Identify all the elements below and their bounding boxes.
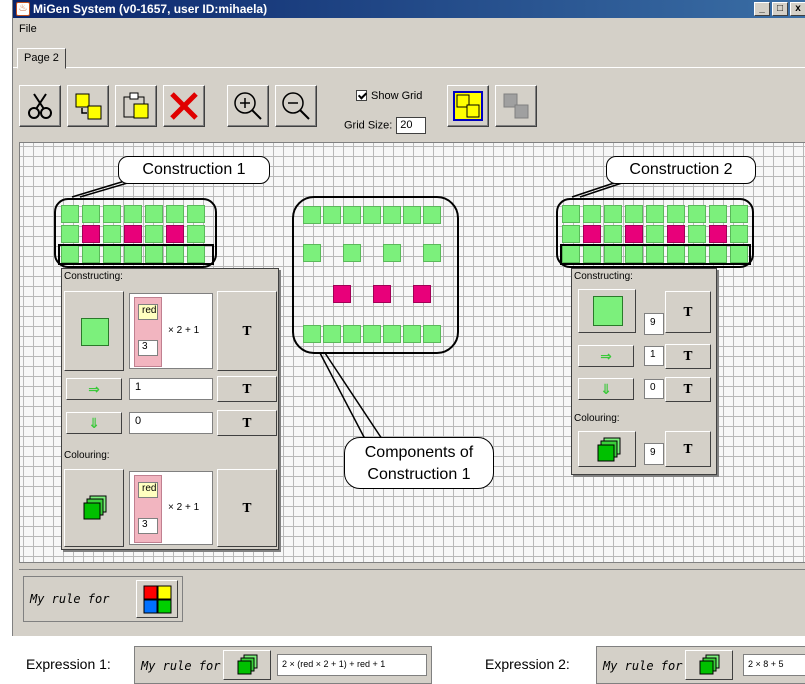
all-colours-button[interactable] bbox=[136, 580, 178, 618]
colour-t-button[interactable]: T bbox=[665, 431, 711, 467]
move-down-t-button[interactable]: T bbox=[665, 377, 711, 402]
colour-t-button[interactable]: T bbox=[217, 469, 277, 547]
java-icon: ♨ bbox=[16, 2, 30, 16]
move-down-t-button[interactable]: T bbox=[217, 410, 277, 436]
repeat-field[interactable]: 9 bbox=[644, 313, 664, 335]
cut-icon bbox=[28, 93, 52, 119]
grid-size-control: Grid Size: 20 bbox=[344, 117, 427, 134]
rule-bar: My rule for bbox=[19, 569, 805, 631]
expression-2-value[interactable]: 2 × 8 + 5 bbox=[743, 654, 805, 676]
variable-stack: red 3 bbox=[134, 297, 162, 367]
constructing-label: Constructing: bbox=[64, 271, 123, 282]
move-down-field[interactable]: 0 bbox=[129, 412, 213, 434]
copy-button[interactable] bbox=[67, 85, 109, 127]
group-button[interactable] bbox=[447, 85, 489, 127]
check-icon bbox=[356, 90, 367, 101]
show-grid-checkbox[interactable]: Show Grid bbox=[356, 90, 422, 102]
app-window: ♨ MiGen System (v0-1657, user ID:mihaela… bbox=[12, 0, 805, 636]
show-grid-label: Show Grid bbox=[371, 90, 423, 102]
grid-size-label: Grid Size: bbox=[344, 119, 393, 132]
zoom-in-button[interactable] bbox=[227, 85, 269, 127]
expression-1-rule-label: My rule for bbox=[141, 659, 221, 673]
paste-button[interactable] bbox=[115, 85, 157, 127]
ungroup-button[interactable] bbox=[495, 85, 537, 127]
delete-button[interactable] bbox=[163, 85, 205, 127]
menu-bar: File bbox=[13, 18, 805, 40]
repeat-expression[interactable]: red 3 × 2 + 1 bbox=[129, 293, 213, 369]
minimize-button[interactable]: _ bbox=[754, 2, 770, 16]
move-right-icon[interactable]: ⇒ bbox=[578, 345, 634, 367]
colour-variable-value[interactable]: 3 bbox=[138, 518, 158, 534]
drawing-canvas[interactable]: Construction 1 Construction 2 Components… bbox=[19, 142, 805, 563]
menu-file[interactable]: File bbox=[19, 23, 37, 35]
expression-1-value[interactable]: 2 × (red × 2 + 1) + red + 1 bbox=[277, 654, 427, 676]
constructing-label: Constructing: bbox=[574, 271, 633, 282]
zoom-in-icon bbox=[234, 92, 262, 120]
move-down-field[interactable]: 0 bbox=[644, 379, 664, 399]
expression-1-colour-button[interactable] bbox=[223, 650, 271, 680]
group-icon bbox=[453, 91, 483, 121]
callout-construction-2: Construction 2 bbox=[606, 156, 756, 184]
expression-2-label: Expression 2: bbox=[485, 656, 570, 672]
paste-icon bbox=[123, 92, 149, 119]
variable-name[interactable]: red bbox=[138, 304, 158, 320]
building-block-button[interactable] bbox=[64, 291, 124, 371]
my-rule-box[interactable]: My rule for bbox=[23, 576, 183, 622]
building-block-button[interactable] bbox=[578, 289, 636, 333]
move-right-t-button[interactable]: T bbox=[665, 344, 711, 369]
green-tile-icon bbox=[81, 318, 109, 346]
window-title: MiGen System (v0-1657, user ID:mihaela) bbox=[33, 2, 268, 16]
copy-icon bbox=[75, 93, 102, 120]
maximize-button[interactable]: □ bbox=[772, 2, 788, 16]
layers-icon bbox=[699, 654, 720, 675]
callout-construction-1: Construction 1 bbox=[118, 156, 270, 184]
colour-variable-stack: red 3 bbox=[134, 475, 162, 543]
zoom-out-icon bbox=[282, 92, 310, 120]
cut-button[interactable] bbox=[19, 85, 61, 127]
close-button[interactable]: x bbox=[790, 2, 805, 16]
layers-icon bbox=[597, 437, 621, 462]
expression-1-label: Expression 1: bbox=[26, 656, 111, 672]
move-right-field[interactable]: 1 bbox=[644, 346, 664, 366]
colour-expression[interactable]: red 3 × 2 + 1 bbox=[129, 471, 213, 545]
colour-field[interactable]: 9 bbox=[644, 443, 664, 465]
move-down-icon[interactable]: ⇓ bbox=[66, 412, 122, 434]
layers-icon bbox=[83, 495, 107, 520]
variable-value[interactable]: 3 bbox=[138, 340, 158, 356]
repeat-t-button[interactable]: T bbox=[217, 291, 277, 371]
title-bar: ♨ MiGen System (v0-1657, user ID:mihaela… bbox=[13, 0, 805, 18]
move-right-t-button[interactable]: T bbox=[217, 376, 277, 402]
colour-variable-name[interactable]: red bbox=[138, 482, 158, 498]
my-rule-label: My rule for bbox=[30, 592, 110, 606]
construction-1-properties: Constructing: red 3 × 2 + 1 T ⇒ 1 T ⇓ 0 … bbox=[61, 268, 279, 550]
green-tile-icon bbox=[593, 296, 623, 326]
delete-icon bbox=[170, 92, 198, 120]
tab-page-2[interactable]: Page 2 bbox=[17, 48, 66, 69]
grid-size-input[interactable]: 20 bbox=[396, 117, 427, 134]
callout-components: Components of Construction 1 bbox=[344, 437, 494, 489]
zoom-out-button[interactable] bbox=[275, 85, 317, 127]
repeat-expression-text: × 2 + 1 bbox=[168, 325, 200, 336]
move-down-icon[interactable]: ⇓ bbox=[578, 378, 634, 400]
colour-palette-icon bbox=[143, 585, 172, 614]
move-right-field[interactable]: 1 bbox=[129, 378, 213, 400]
colouring-label: Colouring: bbox=[64, 450, 110, 461]
colouring-button[interactable] bbox=[64, 469, 124, 547]
expression-2-panel: My rule for 2 × 8 + 5 bbox=[596, 646, 805, 684]
colour-expression-text: × 2 + 1 bbox=[168, 502, 200, 513]
construction-2-properties: Constructing: 9 T ⇒ 1 T ⇓ 0 T Colouring:… bbox=[571, 268, 717, 475]
repeat-t-button[interactable]: T bbox=[665, 291, 711, 333]
colouring-button[interactable] bbox=[578, 431, 636, 467]
ungroup-icon bbox=[503, 93, 529, 119]
expression-1-panel: My rule for 2 × (red × 2 + 1) + red + 1 bbox=[134, 646, 432, 684]
move-right-icon[interactable]: ⇒ bbox=[66, 378, 122, 400]
tab-strip: Page 2 bbox=[13, 46, 805, 69]
expression-2-colour-button[interactable] bbox=[685, 650, 733, 680]
layers-icon bbox=[237, 654, 258, 675]
colouring-label: Colouring: bbox=[574, 413, 620, 424]
expression-2-rule-label: My rule for bbox=[603, 659, 683, 673]
